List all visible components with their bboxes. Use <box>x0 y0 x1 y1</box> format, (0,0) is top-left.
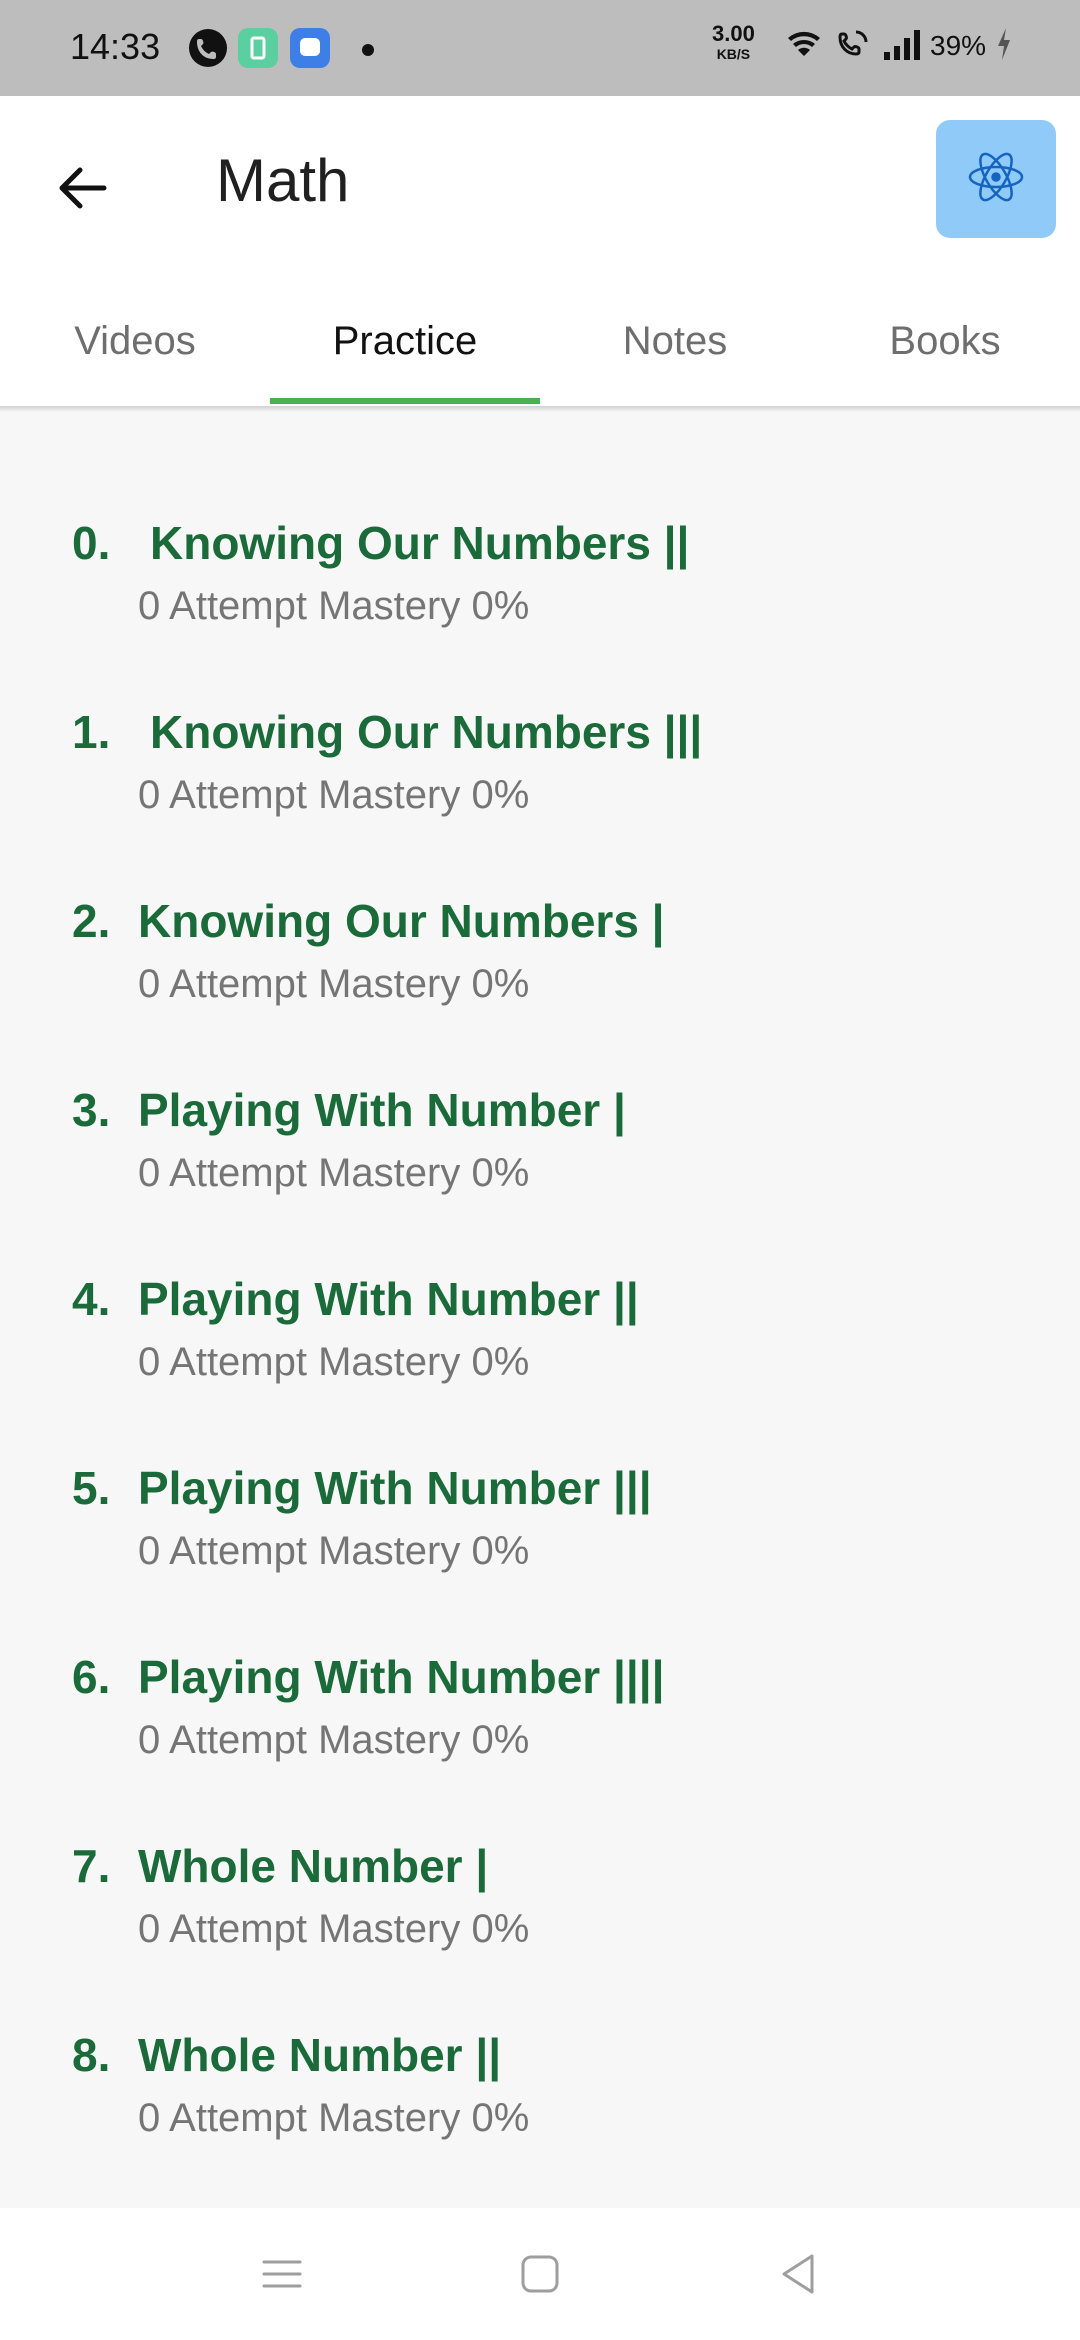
item-subtitle: 0 Attempt Mastery 0% <box>138 2096 530 2140</box>
item-title: 5. Playing With Number ||| <box>72 1461 652 1515</box>
item-number: 5. <box>72 1462 111 1514</box>
item-number: 6. <box>72 1651 111 1703</box>
item-title: 6. Playing With Number |||| <box>72 1650 664 1704</box>
wifi-call-icon <box>834 24 874 69</box>
status-bar: 14:33 3.00 KB/S 39% <box>0 0 1080 96</box>
chat-icon <box>290 28 330 68</box>
list-item[interactable]: 8. Whole Number || 0 Attempt Mastery 0% <box>0 2028 1080 2217</box>
menu-icon <box>252 2260 312 2308</box>
list-item[interactable]: 5. Playing With Number ||| 0 Attempt Mast… <box>0 1461 1080 1650</box>
item-subtitle: 0 Attempt Mastery 0% <box>138 773 530 817</box>
list-item[interactable]: 4. Playing With Number || 0 Attempt Maste… <box>0 1272 1080 1461</box>
back-button[interactable] <box>48 152 120 224</box>
item-title: 3. Playing With Number | <box>72 1083 626 1137</box>
system-back-button[interactable] <box>768 2244 828 2304</box>
tab-bar: Videos Practice Notes Books <box>0 278 1080 404</box>
item-subtitle: 0 Attempt Mastery 0% <box>138 1151 530 1195</box>
system-nav-bar <box>0 2208 1080 2340</box>
item-title-text: Knowing Our Numbers | <box>138 895 665 947</box>
phone-icon <box>188 28 228 68</box>
item-title: 8. Whole Number || <box>72 2028 501 2082</box>
list-item[interactable]: 0. Knowing Our Numbers || 0 Attempt Maste… <box>0 516 1080 705</box>
network-speed: 3.00 KB/S <box>712 21 755 64</box>
item-title-text: Playing With Number |||| <box>138 1651 665 1703</box>
item-number: 1. <box>72 706 111 758</box>
atom-button[interactable] <box>936 120 1056 238</box>
item-subtitle: 0 Attempt Mastery 0% <box>138 1529 530 1573</box>
app-bar: Math Videos Practice Notes Books <box>0 96 1080 406</box>
home-button[interactable] <box>510 2244 570 2304</box>
item-number: 7. <box>72 1840 111 1892</box>
item-subtitle: 0 Attempt Mastery 0% <box>138 584 530 628</box>
item-title: 2. Knowing Our Numbers | <box>72 894 665 948</box>
status-time: 14:33 <box>70 26 161 67</box>
tab-books[interactable]: Books <box>810 278 1080 404</box>
atom-icon <box>964 145 1028 214</box>
item-title-text: Knowing Our Numbers ||| <box>150 706 703 758</box>
item-title: 1. Knowing Our Numbers ||| <box>72 705 702 759</box>
tab-videos[interactable]: Videos <box>0 278 270 404</box>
item-number: 4. <box>72 1273 111 1325</box>
item-title-text: Playing With Number || <box>138 1273 639 1325</box>
home-icon <box>510 2255 570 2308</box>
item-number: 3. <box>72 1084 111 1136</box>
network-speed-unit: KB/S <box>716 46 751 62</box>
network-speed-value: 3.00 <box>712 21 755 46</box>
item-title-text: Playing With Number ||| <box>138 1462 652 1514</box>
item-title: 4. Playing With Number || <box>72 1272 639 1326</box>
notification-dot <box>362 44 374 56</box>
item-subtitle: 0 Attempt Mastery 0% <box>138 1718 530 1762</box>
battery-level: 39% <box>930 30 987 61</box>
tab-practice[interactable]: Practice <box>270 278 540 404</box>
active-tab-indicator <box>270 398 540 404</box>
back-triangle-icon <box>768 2254 828 2308</box>
item-title-text: Playing With Number | <box>138 1084 626 1136</box>
item-title: 0. Knowing Our Numbers || <box>72 516 689 570</box>
list-item[interactable]: 3. Playing With Number | 0 Attempt Master… <box>0 1083 1080 1272</box>
app-icon <box>238 28 278 68</box>
item-number: 2. <box>72 895 111 947</box>
item-number: 8. <box>72 2029 111 2081</box>
arrow-left-icon <box>48 167 120 228</box>
item-title: 7. Whole Number | <box>72 1839 488 1893</box>
tab-notes[interactable]: Notes <box>540 278 810 404</box>
signal-icon <box>880 24 924 69</box>
charging-icon <box>994 24 1014 69</box>
item-title-text: Whole Number || <box>138 2029 502 2081</box>
wifi-icon <box>784 24 824 69</box>
list-item[interactable]: 7. Whole Number | 0 Attempt Mastery 0% <box>0 1839 1080 2028</box>
item-title-text: Whole Number | <box>138 1840 489 1892</box>
list-item[interactable]: 2. Knowing Our Numbers | 0 Attempt Master… <box>0 894 1080 1083</box>
item-title-text: Knowing Our Numbers || <box>150 517 690 569</box>
page-title: Math <box>216 147 350 214</box>
item-number: 0. <box>72 517 111 569</box>
item-subtitle: 0 Attempt Mastery 0% <box>138 962 530 1006</box>
app-bar-shadow <box>0 406 1080 412</box>
item-subtitle: 0 Attempt Mastery 0% <box>138 1907 530 1951</box>
item-subtitle: 0 Attempt Mastery 0% <box>138 1340 530 1384</box>
list-item[interactable]: 6. Playing With Number |||| 0 Attempt Mas… <box>0 1650 1080 1839</box>
recent-apps-button[interactable] <box>252 2244 312 2304</box>
list-item[interactable]: 1. Knowing Our Numbers ||| 0 Attempt Mast… <box>0 705 1080 894</box>
